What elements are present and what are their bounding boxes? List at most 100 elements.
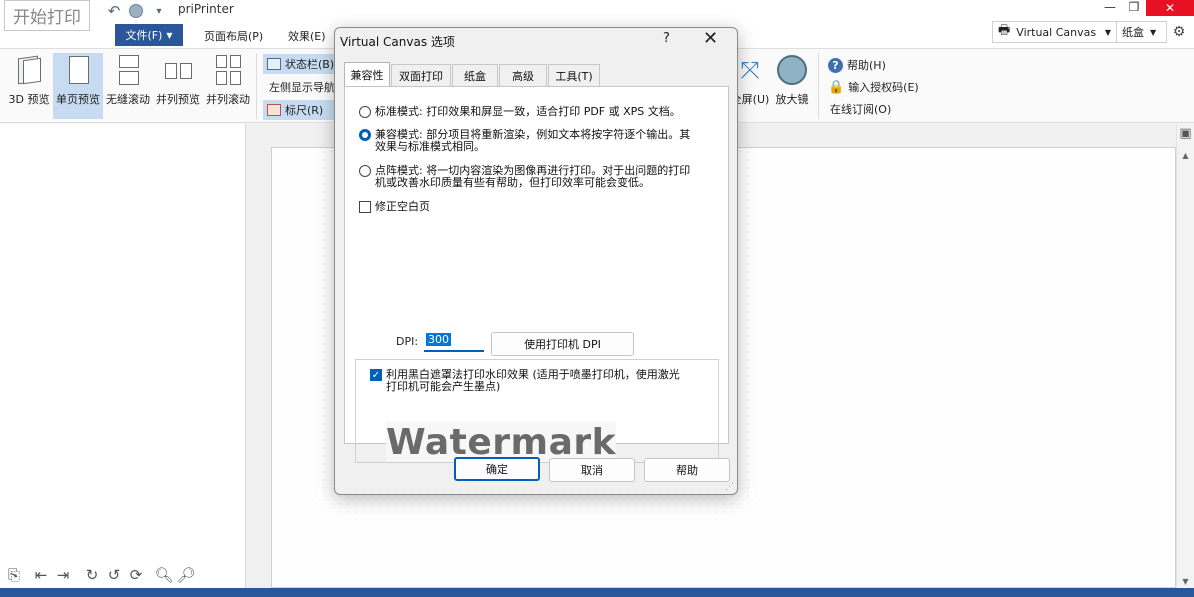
standard-mode-option[interactable]: 标准模式: 打印效果和屏显一致，适合打印 PDF 或 XPS 文档。 [359, 106, 681, 118]
dpi-value: 300 [426, 333, 451, 346]
customize-icon[interactable]: ▾ [150, 2, 168, 20]
view-side-scroll-label: 并列滚动 [206, 93, 250, 106]
printer-selector-area: 🖶 Virtual Canvas ▼ 纸盒 ▼ ⚙ [992, 20, 1194, 44]
compatibility-panel: 标准模式: 打印效果和屏显一致，适合打印 PDF 或 XPS 文档。 兼容模式:… [344, 86, 729, 463]
minimize-button[interactable]: — [1098, 0, 1122, 14]
view-seamless-label: 无缝滚动 [106, 93, 150, 106]
tab-advanced[interactable]: 高级 [499, 64, 547, 86]
app-title: priPrinter [178, 2, 234, 16]
ok-button[interactable]: 确定 [454, 457, 540, 481]
status-bar [0, 588, 1194, 597]
fix-blank-page-checkbox[interactable] [359, 201, 371, 213]
fix-blank-page-option[interactable]: 修正空白页 [359, 201, 430, 213]
tab-compatibility[interactable]: 兼容性 [344, 62, 390, 87]
add-file-icon[interactable]: ⎘ [5, 566, 23, 584]
watermark-preview: Watermark [385, 421, 617, 463]
maximize-button[interactable]: ❐ [1122, 0, 1146, 14]
tray-name: 纸盒 [1122, 26, 1144, 39]
view-side-by-side-label: 并列预览 [156, 93, 200, 106]
undo-icon[interactable]: ↶ [105, 2, 123, 20]
left-nav-label: 左侧显示导航 [269, 81, 335, 94]
zoom-in-icon[interactable]: 🔎︎ [176, 566, 195, 584]
printer-icon: 🖶 [998, 23, 1011, 38]
watermark-label: 利用黑白遮罩法打印水印效果 (适用于喷墨打印机，使用激光 打印机可能会产生墨点) [386, 369, 680, 393]
display-options: 状态栏(B) 左侧显示导航 标尺(R) [263, 54, 339, 120]
close-window-button[interactable]: ✕ [1146, 0, 1194, 16]
raster-mode-label: 点阵模式: 将一切内容渲染为图像再进行打印。对于出问题的打印 机或改善水印质量有… [375, 165, 690, 189]
watermark-line2: 打印机可能会产生墨点) [386, 380, 501, 393]
export-icon[interactable]: ⇥ [54, 566, 72, 584]
tab-duplex[interactable]: 双面打印 [391, 64, 451, 86]
compat-mode-option[interactable]: 兼容模式: 部分项目将重新渲染，例如文本将按字符逐个输出。其 效果与标准模式相同… [359, 129, 690, 153]
tab-file[interactable]: 文件(F) ▼ [115, 24, 183, 46]
dialog-title: Virtual Canvas 选项 [340, 35, 455, 49]
watermark-option[interactable]: ✓ 利用黑白遮罩法打印水印效果 (适用于喷墨打印机，使用激光 打印机可能会产生墨… [370, 369, 680, 393]
printer-select[interactable]: 🖶 Virtual Canvas ▼ [992, 21, 1117, 43]
scroll-up-icon[interactable]: ▲ [1177, 151, 1194, 160]
watermark-group: ✓ 利用黑白遮罩法打印水印效果 (适用于喷墨打印机，使用激光 打印机可能会产生墨… [355, 359, 719, 463]
zoom-out-icon[interactable]: 🔍︎ [154, 566, 173, 584]
status-bar-icon [267, 58, 281, 70]
panel-toggle-icon[interactable]: ▣ [1177, 126, 1194, 141]
ruler-toggle[interactable]: 标尺(R) [263, 100, 339, 120]
scroll-down-icon[interactable]: ▼ [1177, 577, 1194, 586]
dialog-close-button[interactable]: ✕ [703, 28, 718, 49]
chevron-down-icon: ▼ [166, 30, 173, 40]
circle-icon[interactable] [127, 2, 145, 20]
tray-select[interactable]: 纸盒 ▼ [1117, 21, 1167, 43]
tab-tools[interactable]: 工具(T) [548, 64, 600, 86]
raster-mode-option[interactable]: 点阵模式: 将一切内容渲染为图像再进行打印。对于出问题的打印 机或改善水印质量有… [359, 165, 690, 189]
dpi-label: DPI: [396, 335, 419, 348]
view-3d-label: 3D 预览 [8, 93, 50, 106]
single-page-icon [63, 55, 93, 85]
dpi-input[interactable]: 300 [424, 333, 484, 352]
side-by-side-icon [163, 55, 193, 85]
refresh-icon[interactable]: ⟳ [127, 566, 145, 584]
order-link[interactable]: 在线订阅(O) [828, 99, 919, 119]
status-bar-toggle[interactable]: 状态栏(B) [263, 54, 339, 74]
cancel-button[interactable]: 取消 [549, 458, 635, 482]
use-printer-dpi-button[interactable]: 使用打印机 DPI [491, 332, 634, 356]
ribbon-divider [256, 53, 257, 119]
vertical-scrollbar[interactable]: ▣ ▲ ▼ [1176, 124, 1194, 588]
rotate-left-icon[interactable]: ↺ [105, 566, 123, 584]
view-seamless-button[interactable]: 无缝滚动 [104, 53, 152, 119]
watermark-checkbox[interactable]: ✓ [370, 369, 382, 381]
dialog-help-button[interactable]: ? [663, 31, 670, 46]
printer-name: Virtual Canvas [1016, 25, 1097, 39]
ruler-label: 标尺(R) [285, 104, 324, 117]
raster-mode-radio[interactable] [359, 165, 371, 177]
expand-icon: ⤧ [740, 56, 760, 84]
view-single-label: 单页预览 [56, 93, 100, 106]
resize-grip-icon[interactable]: ⋰ [725, 482, 734, 492]
virtual-canvas-options-dialog: Virtual Canvas 选项 ? ✕ 兼容性 双面打印 纸盒 高级 工具(… [334, 27, 738, 495]
license-label: 输入授权码(E) [848, 81, 919, 94]
standard-mode-radio[interactable] [359, 106, 371, 118]
seamless-scroll-icon [113, 55, 143, 85]
chevron-down-icon: ▼ [1150, 27, 1157, 37]
compat-mode-radio[interactable] [359, 129, 371, 141]
3d-preview-icon [14, 55, 44, 85]
gear-icon[interactable]: ⚙ [1167, 24, 1191, 40]
help-link[interactable]: ? 帮助(H) [828, 55, 919, 75]
view-side-scroll-button[interactable]: 并列滚动 [204, 53, 252, 119]
tab-tray[interactable]: 纸盒 [452, 64, 498, 86]
left-nav-toggle[interactable]: 左侧显示导航 [263, 77, 338, 97]
tab-file-label: 文件(F) [125, 29, 163, 42]
view-3d-button[interactable]: 3D 预览 [5, 53, 53, 119]
tab-layout[interactable]: 页面布局(P) [204, 28, 263, 44]
tab-effects[interactable]: 效果(E) [288, 28, 326, 44]
license-link[interactable]: 🔒 输入授权码(E) [828, 77, 919, 97]
view-side-by-side-button[interactable]: 并列预览 [154, 53, 202, 119]
magnifier-button[interactable]: 放大镜 [770, 53, 814, 119]
compat-mode-label: 兼容模式: 部分项目将重新渲染，例如文本将按字符逐个输出。其 效果与标准模式相同… [375, 129, 690, 153]
magnifier-label: 放大镜 [775, 93, 809, 106]
chevron-down-icon: ▼ [1104, 27, 1111, 37]
dialog-help-footer-button[interactable]: 帮助 [644, 458, 730, 482]
import-icon[interactable]: ⇤ [32, 566, 50, 584]
standard-mode-label: 标准模式: 打印效果和屏显一致，适合打印 PDF 或 XPS 文档。 [375, 105, 681, 118]
navigation-panel [0, 124, 246, 588]
rotate-icon[interactable]: ↻ [83, 566, 101, 584]
start-print-logo[interactable]: 开始打印 [4, 0, 90, 31]
view-single-button[interactable]: 单页预览 [53, 53, 103, 119]
